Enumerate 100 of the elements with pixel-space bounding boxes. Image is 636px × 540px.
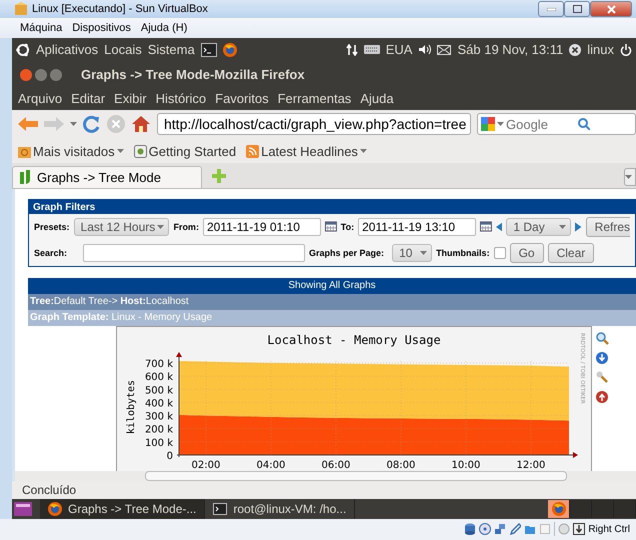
menu-item[interactable]: Dispositivos <box>72 22 131 34</box>
taskbar-button[interactable]: Graphs -> Tree Mode-... <box>40 498 206 519</box>
right-arrow-icon[interactable] <box>575 222 582 232</box>
folder-icon <box>18 144 31 158</box>
network-icon[interactable] <box>494 523 506 536</box>
disc-icon[interactable] <box>479 523 492 536</box>
close-button[interactable] <box>20 68 32 81</box>
tab-list-button[interactable] <box>624 168 636 186</box>
rss-icon <box>246 144 260 158</box>
menu-item[interactable]: Locais <box>104 42 142 58</box>
menu-item[interactable]: Aplicativos <box>36 42 98 58</box>
field-label: From: <box>173 222 199 232</box>
tick-label: 100 k <box>144 437 173 448</box>
menu-item[interactable]: Máquina <box>20 22 62 34</box>
caret-icon[interactable] <box>70 122 77 126</box>
bookmark[interactable]: Mais visitados <box>18 144 124 158</box>
folder-icon[interactable] <box>524 523 536 536</box>
reload-icon[interactable] <box>83 115 101 134</box>
tick-label: 10:00 <box>452 460 480 471</box>
close-button[interactable] <box>590 1 632 17</box>
power-icon[interactable] <box>620 44 632 56</box>
calendar-icon[interactable] <box>324 221 337 232</box>
firefox-icon <box>222 42 237 57</box>
minimize-button[interactable] <box>538 1 564 17</box>
menu-item[interactable]: Arquivo <box>18 91 62 106</box>
envelope-icon[interactable] <box>437 44 452 55</box>
circle-icon[interactable] <box>558 523 570 536</box>
status-text: Concluído <box>12 480 636 499</box>
button[interactable]: Go <box>510 242 544 263</box>
tick-label: 04:00 <box>256 460 286 471</box>
chart-title: Localhost - Memory Usage <box>267 332 441 347</box>
tab[interactable]: Graphs -> Tree Mode <box>12 166 202 188</box>
menu-item[interactable]: Histórico <box>156 91 206 106</box>
home-icon[interactable] <box>131 115 151 134</box>
tick-label: 400 k <box>144 398 173 410</box>
caret-icon <box>420 250 428 255</box>
bookmark[interactable]: Getting Started <box>134 144 236 158</box>
ubuntu-logo-icon[interactable] <box>16 42 30 57</box>
left-arrow-icon[interactable] <box>496 222 502 232</box>
maximize-button[interactable] <box>564 1 590 17</box>
calendar-icon[interactable] <box>480 221 492 232</box>
tick-label: 02:00 <box>192 460 220 471</box>
refresh-button[interactable]: Refres <box>586 216 630 237</box>
tick-label: 12:00 <box>516 460 546 471</box>
graph-template-label: Graph Template: Linux - Memory Usage <box>28 310 636 326</box>
caret-icon <box>625 174 632 179</box>
dropdown[interactable]: 10 <box>392 244 432 262</box>
search-field[interactable] <box>83 244 306 262</box>
field-label: Graphs per Page: <box>309 248 384 258</box>
minimize-button[interactable] <box>35 68 47 81</box>
field-label: Presets: <box>34 222 70 232</box>
checkbox[interactable] <box>494 246 506 259</box>
user-status-icon[interactable] <box>569 44 582 56</box>
clock[interactable]: Sáb 19 Nov, 13:11 <box>457 42 564 58</box>
date-field[interactable]: 2011-11-19 01:10 <box>202 218 321 236</box>
search-icon[interactable] <box>578 118 590 130</box>
tick-label: 600 k <box>144 372 173 383</box>
maximize-icon <box>572 5 582 13</box>
pen-icon[interactable] <box>509 523 522 536</box>
dropdown[interactable]: Last 12 Hours <box>74 218 170 236</box>
menu-item[interactable]: Ajuda <box>360 91 394 106</box>
date-field[interactable]: 2011-11-19 13:10 <box>358 218 476 236</box>
caret-icon <box>116 149 124 153</box>
menu-item[interactable]: Sistema <box>148 42 195 58</box>
zoom-icon[interactable] <box>596 332 609 345</box>
field-label: To: <box>340 222 354 232</box>
host-key-label: Right Ctrl <box>588 524 630 535</box>
keyboard-layout[interactable]: EUA <box>386 42 412 58</box>
download-icon[interactable] <box>596 352 608 364</box>
section-header: Showing All Graphs <box>28 278 636 294</box>
back-arrow-icon[interactable] <box>18 116 38 132</box>
show-desktop-icon[interactable] <box>14 502 32 516</box>
close-icon <box>606 4 616 14</box>
url-text[interactable]: http://localhost/cacti/graph_view.php?action=tree <box>164 116 466 132</box>
tick-label: 0 <box>166 450 173 462</box>
menu-item[interactable]: Favoritos <box>215 91 269 106</box>
menu-item[interactable]: Exibir <box>114 91 147 106</box>
tick-label: 700 k <box>144 358 173 370</box>
menu-item[interactable]: Ferramentas <box>278 91 352 106</box>
dropdown[interactable]: 1 Day <box>506 218 572 236</box>
tick-label: 300 k <box>144 411 173 422</box>
menu-item[interactable]: Editar <box>71 91 106 106</box>
wrench-icon[interactable] <box>596 370 609 384</box>
horizontal-scrollbar[interactable] <box>12 470 636 481</box>
bookmark[interactable]: Latest Headlines <box>246 144 367 158</box>
axis-label: kilobytes <box>126 380 137 434</box>
menu-item[interactable]: Ajuda (H) <box>140 22 188 34</box>
network-arrows-icon[interactable] <box>346 44 358 56</box>
google-icon[interactable] <box>481 117 495 132</box>
terminal-icon[interactable] <box>200 42 217 57</box>
search-bar[interactable]: Google <box>477 113 636 136</box>
user-name[interactable]: linux <box>587 42 614 58</box>
address-bar[interactable]: http://localhost/cacti/graph_view.php?action=tree <box>157 113 471 136</box>
button[interactable]: Clear <box>548 242 594 263</box>
workspace[interactable] <box>548 500 570 518</box>
upload-icon[interactable] <box>596 390 608 403</box>
terminal-icon <box>213 502 228 515</box>
scrollbar-thumb[interactable] <box>145 470 567 481</box>
keyboard-icon[interactable] <box>364 45 380 54</box>
speaker-icon[interactable] <box>418 44 432 56</box>
